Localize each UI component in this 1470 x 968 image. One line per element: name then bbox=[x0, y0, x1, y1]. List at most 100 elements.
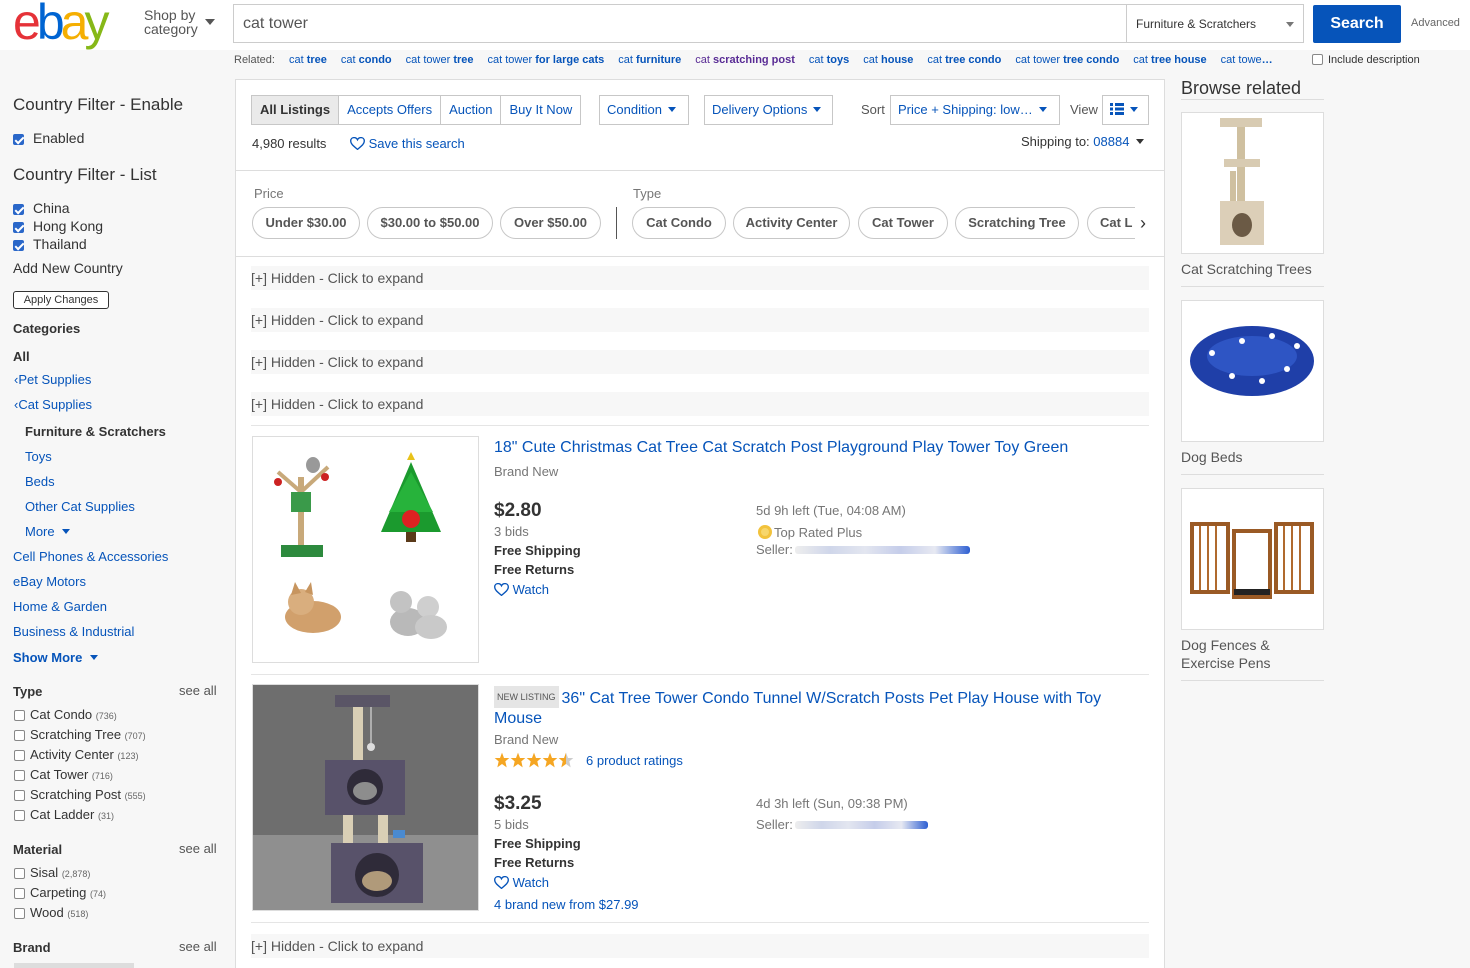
related-search-link[interactable]: cat tree bbox=[289, 54, 327, 66]
show-more-link[interactable]: Show More bbox=[13, 650, 99, 665]
related-search-link[interactable]: cat scratching post bbox=[695, 54, 795, 66]
product-ratings-link[interactable]: 6 product ratings bbox=[586, 753, 683, 768]
item-image-christmas-cat-tree[interactable] bbox=[252, 436, 479, 663]
checkbox-checked-icon[interactable] bbox=[13, 240, 24, 251]
related-search-link[interactable]: cat condo bbox=[341, 54, 392, 66]
item-image-cat-tree-tower[interactable] bbox=[252, 684, 479, 911]
search-input[interactable] bbox=[234, 5, 1126, 42]
related-search-link[interactable]: cat tower for large cats bbox=[488, 54, 605, 66]
facet-option[interactable]: Cat Condo (736) bbox=[14, 707, 117, 722]
brand-new-from-link[interactable]: 4 brand new from $27.99 bbox=[494, 897, 639, 912]
see-all-link[interactable]: see all bbox=[179, 841, 217, 856]
shop-by-category-button[interactable]: Shop by category bbox=[144, 8, 198, 36]
checkbox-checked-icon[interactable] bbox=[13, 222, 24, 233]
checkbox-icon[interactable] bbox=[14, 810, 25, 821]
more-subcategories-link[interactable]: More bbox=[25, 524, 70, 539]
save-search-link[interactable]: Save this search bbox=[350, 136, 465, 151]
checkbox-icon[interactable] bbox=[14, 750, 25, 761]
type-pill[interactable]: Scratching Tree bbox=[955, 207, 1079, 239]
browse-related-card[interactable] bbox=[1181, 488, 1324, 630]
tab-all-listings[interactable]: All Listings bbox=[252, 96, 340, 124]
delivery-options-dropdown[interactable]: Delivery Options bbox=[704, 95, 833, 125]
browse-related-card[interactable] bbox=[1181, 300, 1324, 442]
facet-option[interactable]: Sisal (2,878) bbox=[14, 865, 90, 880]
related-search-link[interactable]: cat toys bbox=[809, 54, 849, 66]
tab-buy-it-now[interactable]: Buy It Now bbox=[501, 96, 580, 124]
country-item[interactable]: Hong Kong bbox=[13, 218, 103, 234]
item-title-block[interactable]: NEW LISTING 36" Cat Tree Tower Condo Tunn… bbox=[494, 686, 1134, 729]
view-dropdown[interactable] bbox=[1102, 95, 1149, 125]
browse-related-card[interactable] bbox=[1181, 112, 1324, 254]
pet-supplies-link[interactable]: ‹Pet Supplies bbox=[14, 372, 91, 387]
chevron-down-icon[interactable] bbox=[205, 19, 215, 25]
hidden-listing-row[interactable]: [+] Hidden - Click to expand bbox=[251, 266, 1149, 290]
checkbox-icon[interactable] bbox=[14, 908, 25, 919]
type-pill[interactable]: Cat L bbox=[1087, 207, 1135, 239]
facet-option[interactable]: Cat Tower (716) bbox=[14, 767, 113, 782]
shipping-to[interactable]: Shipping to: 08884 bbox=[1021, 134, 1145, 149]
browse-related-label[interactable]: Cat Scratching Trees bbox=[1181, 260, 1312, 278]
type-pill[interactable]: Cat Tower bbox=[858, 207, 948, 239]
item-title-link[interactable]: 18" Cute Christmas Cat Tree Cat Scratch … bbox=[494, 438, 1144, 458]
star-rating[interactable] bbox=[494, 752, 574, 773]
price-pill[interactable]: $30.00 to $50.00 bbox=[367, 207, 493, 239]
watch-button[interactable]: Watch bbox=[494, 582, 549, 597]
checkbox-checked-icon[interactable] bbox=[13, 204, 24, 215]
category-link[interactable]: Home & Garden bbox=[13, 599, 107, 614]
hidden-listing-row[interactable]: [+] Hidden - Click to expand bbox=[251, 934, 1149, 958]
browse-related-label[interactable]: Dog Beds bbox=[1181, 448, 1242, 466]
subcategory-link[interactable]: Other Cat Supplies bbox=[25, 499, 135, 514]
see-all-link[interactable]: see all bbox=[179, 939, 217, 954]
type-pill[interactable]: Activity Center bbox=[733, 207, 850, 239]
category-link[interactable]: Business & Industrial bbox=[13, 624, 134, 639]
related-search-link[interactable]: cat house bbox=[863, 54, 913, 66]
related-search-link[interactable]: cat tree condo bbox=[927, 54, 1001, 66]
ebay-logo[interactable]: ebay bbox=[13, 0, 109, 47]
type-pill[interactable]: Cat Condo bbox=[632, 207, 726, 239]
subcategory-link[interactable]: Beds bbox=[25, 474, 55, 489]
facet-option[interactable]: Carpeting (74) bbox=[14, 885, 106, 900]
category-select[interactable]: Furniture & Scratchers bbox=[1126, 5, 1303, 42]
watch-button[interactable]: Watch bbox=[494, 875, 549, 890]
related-search-link[interactable]: cat tower tree condo bbox=[1015, 54, 1119, 66]
facet-option[interactable]: Scratching Tree (707) bbox=[14, 727, 146, 742]
price-pill[interactable]: Over $50.00 bbox=[500, 207, 601, 239]
condition-dropdown[interactable]: Condition bbox=[599, 95, 689, 125]
cat-supplies-link[interactable]: ‹Cat Supplies bbox=[14, 397, 92, 412]
tab-auction[interactable]: Auction bbox=[441, 96, 502, 124]
search-button[interactable]: Search bbox=[1313, 5, 1401, 43]
checkbox-icon[interactable] bbox=[14, 710, 25, 721]
hidden-listing-row[interactable]: [+] Hidden - Click to expand bbox=[251, 308, 1149, 332]
facet-option[interactable]: Activity Center (123) bbox=[14, 747, 138, 762]
facet-option[interactable]: Cat Ladder (31) bbox=[14, 807, 114, 822]
country-item[interactable]: Thailand bbox=[13, 236, 87, 252]
related-search-link[interactable]: cat towe… bbox=[1221, 54, 1273, 66]
include-description-checkbox[interactable]: Include description bbox=[1312, 54, 1420, 66]
related-search-link[interactable]: cat tree house bbox=[1133, 54, 1206, 66]
subcategory-link[interactable]: Toys bbox=[25, 449, 52, 464]
checkbox-icon[interactable] bbox=[1312, 54, 1323, 65]
facet-option[interactable]: Scratching Post (555) bbox=[14, 787, 146, 802]
related-search-link[interactable]: cat tower tree bbox=[406, 54, 474, 66]
category-link[interactable]: eBay Motors bbox=[13, 574, 86, 589]
checkbox-icon[interactable] bbox=[14, 770, 25, 781]
add-new-country-link[interactable]: Add New Country bbox=[13, 260, 123, 276]
facet-option[interactable]: Wood (518) bbox=[14, 905, 88, 920]
related-search-link[interactable]: cat furniture bbox=[618, 54, 681, 66]
apply-changes-button[interactable]: Apply Changes bbox=[13, 291, 109, 309]
category-all-link[interactable]: All bbox=[13, 349, 30, 364]
item-title-link[interactable]: 36" Cat Tree Tower Condo Tunnel W/Scratc… bbox=[494, 690, 1101, 727]
hidden-listing-row[interactable]: [+] Hidden - Click to expand bbox=[251, 392, 1149, 416]
checkbox-icon[interactable] bbox=[14, 730, 25, 741]
see-all-link[interactable]: see all bbox=[179, 683, 217, 698]
country-item[interactable]: China bbox=[13, 200, 70, 216]
checkbox-icon[interactable] bbox=[14, 868, 25, 879]
category-link[interactable]: Cell Phones & Accessories bbox=[13, 549, 168, 564]
browse-related-label[interactable]: Dog Fences & Exercise Pens bbox=[1181, 636, 1324, 672]
advanced-search-link[interactable]: Advanced bbox=[1411, 17, 1460, 29]
checkbox-icon[interactable] bbox=[14, 790, 25, 801]
price-pill[interactable]: Under $30.00 bbox=[252, 207, 360, 239]
hidden-listing-row[interactable]: [+] Hidden - Click to expand bbox=[251, 350, 1149, 374]
tab-accepts-offers[interactable]: Accepts Offers bbox=[339, 96, 442, 124]
checkbox-checked-icon[interactable] bbox=[13, 134, 24, 145]
